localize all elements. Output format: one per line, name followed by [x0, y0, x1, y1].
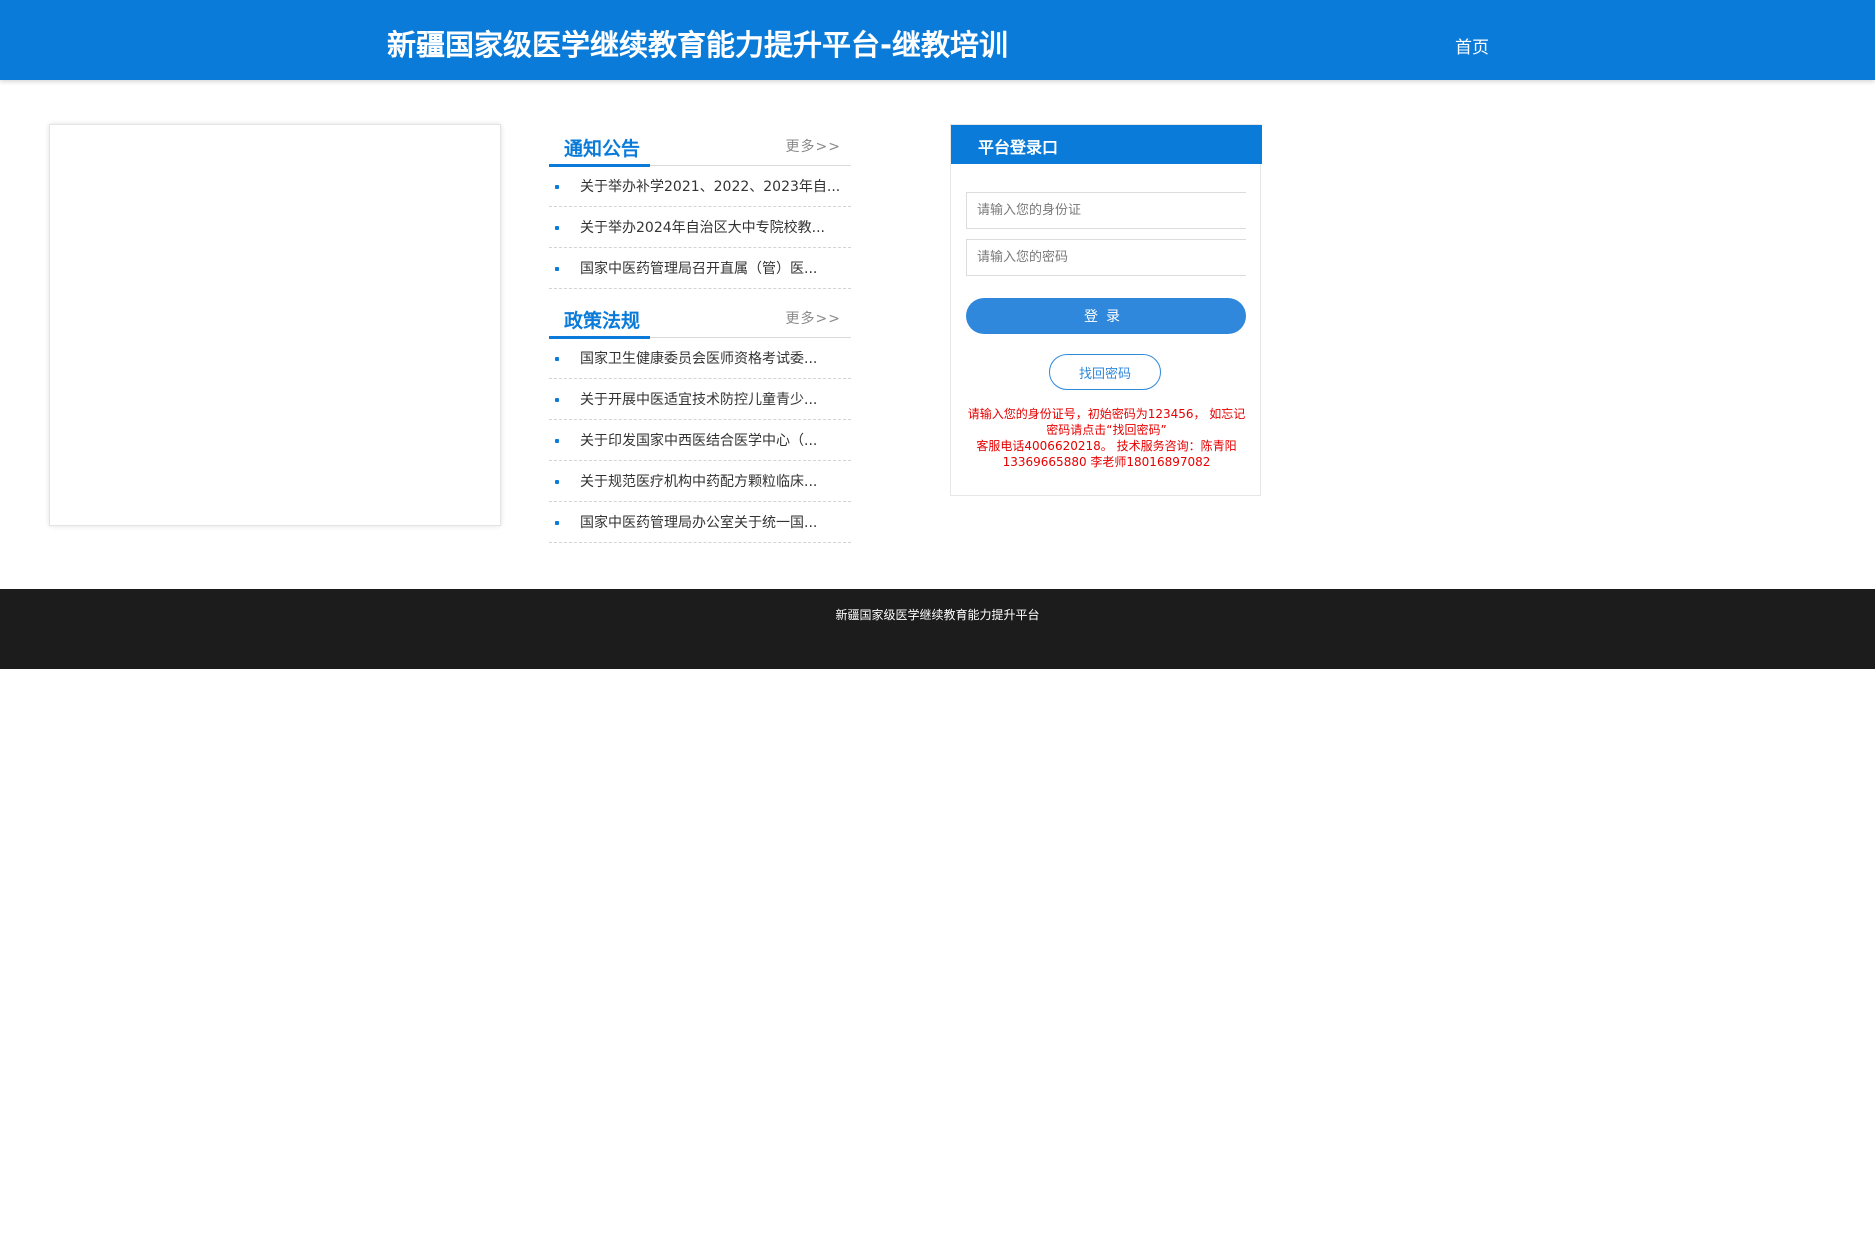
- notice-item[interactable]: 关于举办补学2021、2022、2023年自...: [549, 166, 851, 207]
- policy-item[interactable]: 国家卫生健康委员会医师资格考试委...: [549, 338, 851, 379]
- notices-header: 通知公告 更多>>: [549, 124, 851, 167]
- bullet-icon: [555, 439, 559, 443]
- forgot-password-button[interactable]: 找回密码: [1049, 354, 1161, 390]
- login-help-note: 请输入您的身份证号，初始密码为123456， 如忘记密码请点击“找回密码” 客服…: [965, 406, 1248, 470]
- policies-header: 政策法规 更多>>: [549, 296, 851, 339]
- notice-item[interactable]: 国家中医药管理局召开直属（管）医...: [549, 248, 851, 289]
- bullet-icon: [555, 185, 559, 189]
- footer-text: 新疆国家级医学继续教育能力提升平台: [835, 608, 1040, 622]
- policy-item[interactable]: 关于规范医疗机构中药配方颗粒临床...: [549, 461, 851, 502]
- bullet-icon: [555, 267, 559, 271]
- policy-item[interactable]: 国家中医药管理局办公室关于统一国...: [549, 502, 851, 543]
- notice-item[interactable]: 关于举办2024年自治区大中专院校教...: [549, 207, 851, 248]
- policy-item-text[interactable]: 国家中医药管理局办公室关于统一国...: [580, 512, 842, 532]
- policies-list: 国家卫生健康委员会医师资格考试委... 关于开展中医适宜技术防控儿童青少... …: [549, 338, 851, 543]
- policy-item[interactable]: 关于印发国家中西医结合医学中心（...: [549, 420, 851, 461]
- login-panel-title: 平台登录口: [978, 138, 1059, 157]
- login-help-line-2: 客服电话4006620218。 技术服务咨询：陈青阳 13369665880 李…: [976, 439, 1237, 469]
- policies-more-link[interactable]: 更多>>: [786, 308, 841, 328]
- login-button[interactable]: 登录: [966, 298, 1246, 334]
- bullet-icon: [555, 521, 559, 525]
- login-help-line-1: 请输入您的身份证号，初始密码为123456， 如忘记密码请点击“找回密码”: [967, 407, 1246, 437]
- page-footer: 新疆国家级医学继续教育能力提升平台: [0, 589, 1875, 669]
- login-panel: 平台登录口 登录 找回密码 请输入您的身份证号，初始密码为123456， 如忘记…: [950, 124, 1262, 496]
- id-number-input[interactable]: [966, 192, 1246, 229]
- policy-item-text[interactable]: 国家卫生健康委员会医师资格考试委...: [580, 348, 842, 368]
- news-column: 通知公告 更多>> 关于举办补学2021、2022、2023年自... 关于举办…: [549, 124, 851, 543]
- nav-home-link[interactable]: 首页: [1455, 33, 1489, 58]
- policy-item-text[interactable]: 关于印发国家中西医结合医学中心（...: [580, 430, 842, 450]
- policy-item-text[interactable]: 关于开展中医适宜技术防控儿童青少...: [580, 389, 842, 409]
- notices-list: 关于举办补学2021、2022、2023年自... 关于举办2024年自治区大中…: [549, 166, 851, 289]
- bullet-icon: [555, 398, 559, 402]
- bullet-icon: [555, 226, 559, 230]
- notices-more-link[interactable]: 更多>>: [786, 136, 841, 156]
- policies-title: 政策法规: [564, 310, 641, 332]
- banner-image-area: [49, 124, 501, 526]
- notices-title: 通知公告: [564, 138, 641, 160]
- policy-item[interactable]: 关于开展中医适宜技术防控儿童青少...: [549, 379, 851, 420]
- notice-item-text[interactable]: 关于举办补学2021、2022、2023年自...: [580, 176, 842, 196]
- top-header: 新疆国家级医学继续教育能力提升平台-继教培训 首页: [0, 0, 1875, 80]
- notice-item-text[interactable]: 国家中医药管理局召开直属（管）医...: [580, 258, 842, 278]
- login-panel-header: 平台登录口: [951, 125, 1262, 164]
- notice-item-text[interactable]: 关于举办2024年自治区大中专院校教...: [580, 217, 842, 237]
- site-title: 新疆国家级医学继续教育能力提升平台-继教培训: [387, 28, 1009, 62]
- bullet-icon: [555, 480, 559, 484]
- bullet-icon: [555, 357, 559, 361]
- password-input[interactable]: [966, 239, 1246, 276]
- policy-item-text[interactable]: 关于规范医疗机构中药配方颗粒临床...: [580, 471, 842, 491]
